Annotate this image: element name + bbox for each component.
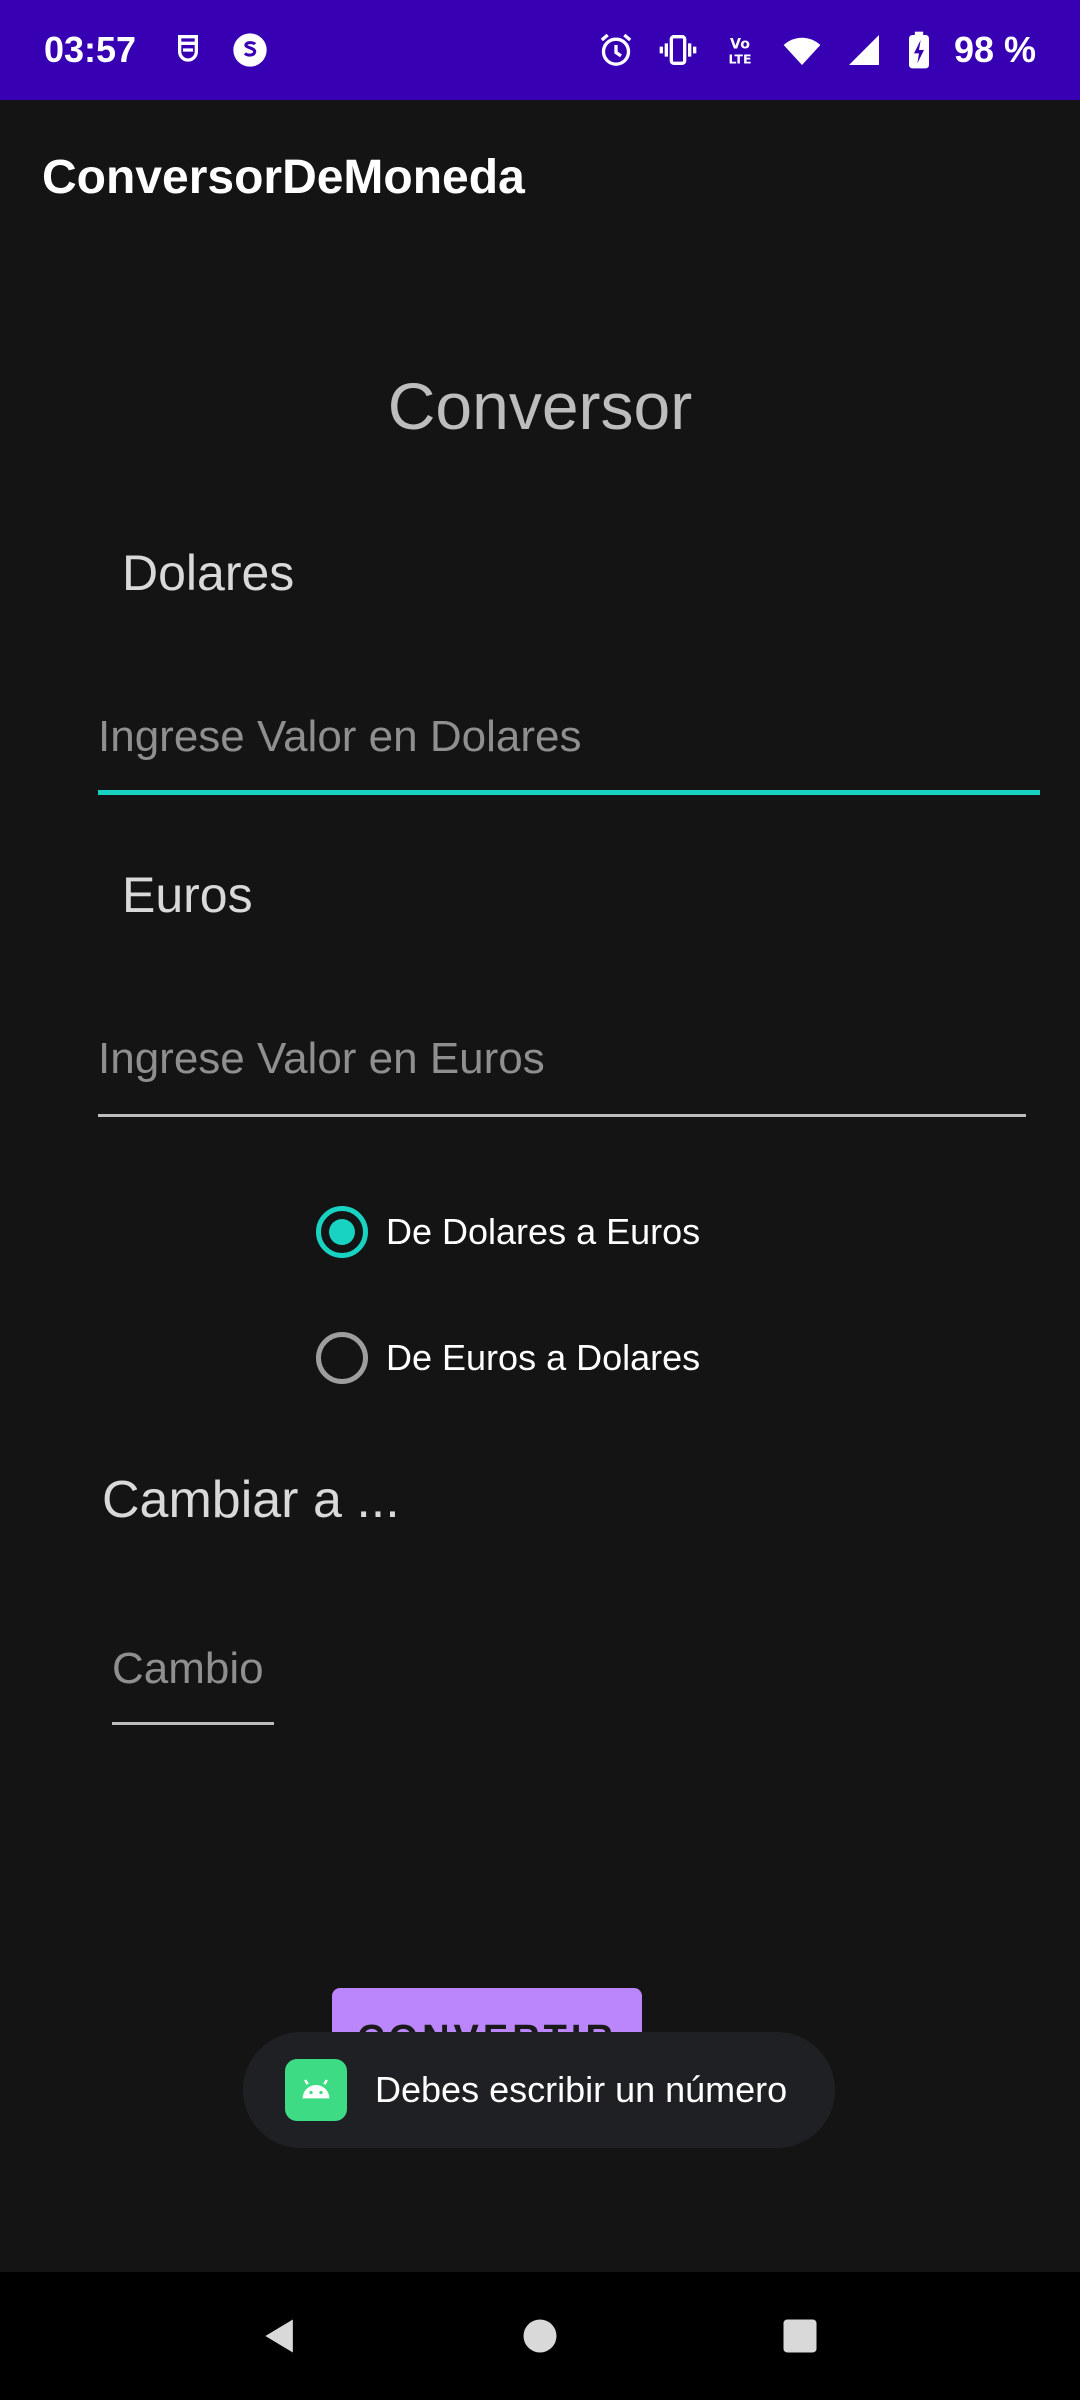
status-bar: 03:57 Vo LTE 98 % (0, 0, 1080, 100)
radio-dot (329, 1219, 355, 1245)
svg-text:Vo: Vo (730, 36, 750, 52)
recents-icon[interactable] (770, 2306, 830, 2366)
app-title: ConversorDeMoneda (42, 150, 525, 204)
toast-message: Debes escribir un número (375, 2069, 788, 2110)
euros-input-underline (98, 1114, 1026, 1117)
battery-level: 98 % (953, 29, 1036, 70)
status-bar-left: 03:57 (44, 29, 270, 71)
alarm-icon (596, 30, 636, 70)
vibrate-icon (658, 30, 698, 70)
euros-label: Euros (122, 867, 253, 923)
svg-text:LTE: LTE (728, 51, 751, 66)
radio-button-unchecked[interactable] (316, 1332, 368, 1384)
page-title: Conversor (387, 369, 693, 443)
status-time: 03:57 (44, 29, 137, 70)
cambio-field[interactable] (112, 1634, 274, 1704)
signal-icon (844, 30, 884, 70)
radio-button-checked[interactable] (316, 1206, 368, 1258)
android-icon (285, 2059, 347, 2121)
radio-label: De Dolares a Euros (386, 1211, 701, 1252)
wifi-icon (782, 30, 822, 70)
cambio-field-underline (112, 1722, 274, 1725)
battery-charging-icon (906, 30, 932, 70)
back-icon[interactable] (250, 2306, 310, 2366)
dolares-label: Dolares (122, 545, 295, 601)
dolares-input-underline (98, 790, 1040, 795)
dolares-input[interactable] (98, 702, 1040, 772)
navigation-bar (0, 2272, 1080, 2400)
shield-icon (168, 30, 208, 70)
euros-input[interactable] (98, 1024, 1026, 1094)
radio-euros-a-dolares[interactable]: De Euros a Dolares (316, 1332, 700, 1384)
cambiar-label: Cambiar a ... (102, 1471, 400, 1529)
volte-icon: Vo LTE (720, 30, 760, 70)
app-bar: ConversorDeMoneda (0, 100, 1080, 254)
radio-dolares-a-euros[interactable]: De Dolares a Euros (316, 1206, 700, 1258)
home-icon[interactable] (510, 2306, 570, 2366)
toast: Debes escribir un número (243, 2032, 835, 2148)
radio-label: De Euros a Dolares (386, 1337, 701, 1378)
status-bar-right: Vo LTE 98 % (596, 29, 1036, 71)
s-circle-icon (230, 30, 270, 70)
